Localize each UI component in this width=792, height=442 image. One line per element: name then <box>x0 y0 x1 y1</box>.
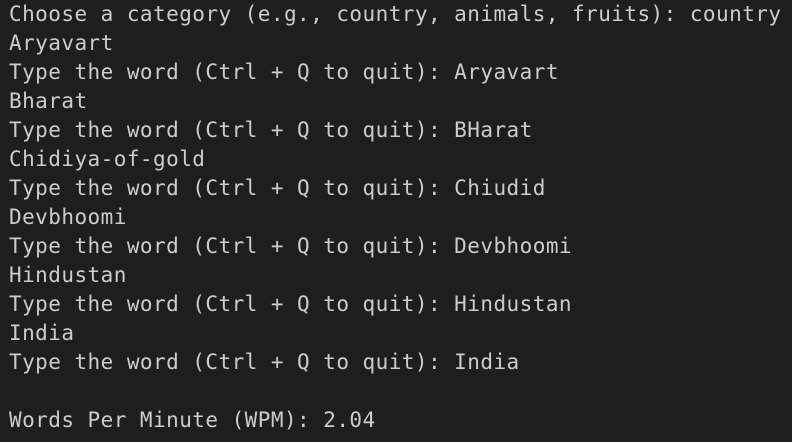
target-word-line: Aryavart <box>9 31 114 55</box>
target-word-line: Chidiya-of-gold <box>9 147 206 171</box>
target-word-line: Devbhoomi <box>9 205 127 229</box>
typed-word-line: Type the word (Ctrl + Q to quit): BHarat <box>9 118 533 142</box>
typed-word-line: Type the word (Ctrl + Q to quit): Devbho… <box>9 234 573 258</box>
typed-word-line: Type the word (Ctrl + Q to quit): Chiudi… <box>9 176 546 200</box>
target-word-line: Bharat <box>9 89 88 113</box>
category-prompt-line: Choose a category (e.g., country, animal… <box>9 2 782 26</box>
typed-word-line: Type the word (Ctrl + Q to quit): India <box>9 350 520 374</box>
target-word-line: Hindustan <box>9 263 127 287</box>
wpm-result-line: Words Per Minute (WPM): 2.04 <box>9 408 376 432</box>
terminal-output: Choose a category (e.g., country, animal… <box>0 0 792 442</box>
typed-word-line: Type the word (Ctrl + Q to quit): Hindus… <box>9 292 573 316</box>
target-word-line: India <box>9 321 75 345</box>
typed-word-line: Type the word (Ctrl + Q to quit): Aryava… <box>9 60 559 84</box>
